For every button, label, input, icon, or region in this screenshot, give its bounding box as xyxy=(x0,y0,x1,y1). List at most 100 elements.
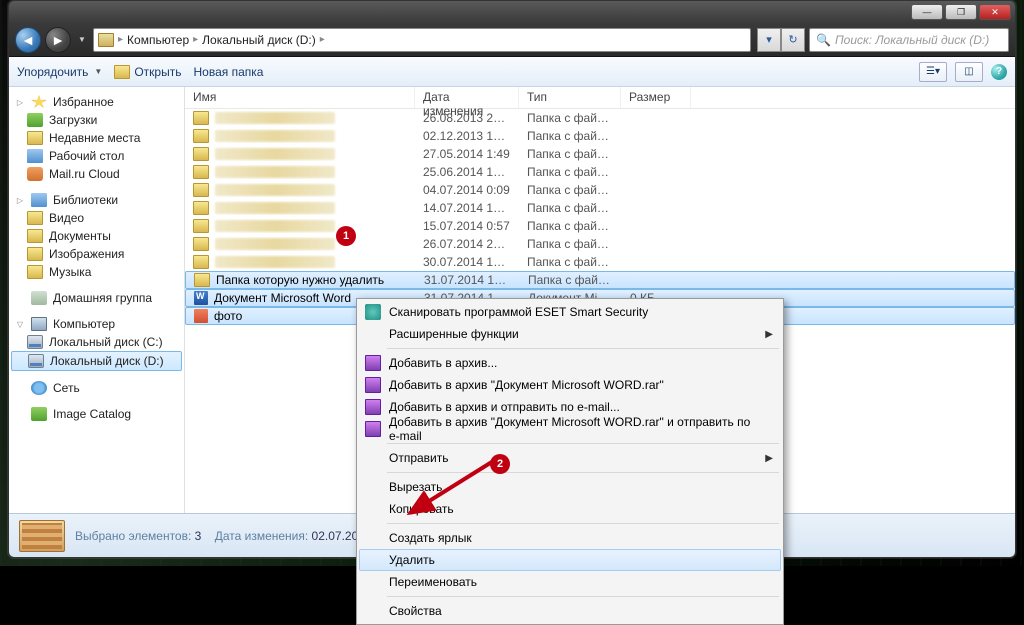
search-input[interactable]: 🔍 Поиск: Локальный диск (D:) xyxy=(809,28,1009,52)
drive-icon xyxy=(98,33,114,47)
documents-icon xyxy=(27,229,43,243)
blurred-filename xyxy=(215,130,335,142)
breadcrumb-sep-icon: ▸ xyxy=(320,34,325,45)
view-mode-button[interactable]: ☰▾ xyxy=(919,62,947,82)
folder-icon xyxy=(193,165,209,179)
breadcrumb-sep-icon: ▸ xyxy=(193,34,198,45)
blurred-filename xyxy=(215,238,335,250)
sidebar-drive-d[interactable]: Локальный диск (D:) xyxy=(11,351,182,371)
ctx-properties[interactable]: Свойства xyxy=(359,600,781,622)
ctx-send[interactable]: Отправить▶ xyxy=(359,447,781,469)
new-folder-button[interactable]: Новая папка xyxy=(193,65,263,79)
sidebar-drive-c[interactable]: Локальный диск (С:) xyxy=(9,333,184,351)
titlebar: — ❐ ✕ xyxy=(9,1,1015,23)
file-row[interactable]: 14.07.2014 12:54Папка с файлами xyxy=(185,199,1015,217)
maximize-button[interactable]: ❐ xyxy=(945,4,977,20)
col-size[interactable]: Размер xyxy=(621,87,691,108)
ctx-cut[interactable]: Вырезать xyxy=(359,476,781,498)
file-row[interactable]: 26.07.2014 23:51Папка с файлами xyxy=(185,235,1015,253)
drive-icon xyxy=(28,354,44,368)
file-type: Папка с файлами xyxy=(519,183,621,197)
open-button[interactable]: Открыть xyxy=(114,65,181,79)
minimize-button[interactable]: — xyxy=(911,4,943,20)
file-row-selected[interactable]: Папка которую нужно удалить31.07.2014 10… xyxy=(185,271,1015,289)
sidebar-image-catalog[interactable]: Image Catalog xyxy=(9,405,184,423)
nav-history-drop[interactable]: ▼ xyxy=(75,30,89,50)
organize-button[interactable]: Упорядочить▼ xyxy=(17,65,102,79)
ctx-rename[interactable]: Переименовать xyxy=(359,571,781,593)
sidebar-pictures[interactable]: Изображения xyxy=(9,245,184,263)
blurred-filename xyxy=(215,202,335,214)
breadcrumb-computer[interactable]: Компьютер xyxy=(127,33,189,47)
submenu-arrow-icon: ▶ xyxy=(765,453,773,464)
ctx-separator xyxy=(387,472,779,473)
ctx-eset-scan[interactable]: Сканировать программой ESET Smart Securi… xyxy=(359,301,781,323)
image-icon xyxy=(194,309,208,323)
file-row[interactable]: 04.07.2014 0:09Папка с файлами xyxy=(185,181,1015,199)
sidebar-downloads[interactable]: Загрузки xyxy=(9,111,184,129)
file-name: фото xyxy=(214,309,242,323)
ctx-add-archive[interactable]: Добавить в архив... xyxy=(359,352,781,374)
file-type: Папка с файлами xyxy=(519,201,621,215)
ctx-shortcut[interactable]: Создать ярлык xyxy=(359,527,781,549)
file-row[interactable]: 30.07.2014 10:07Папка с файлами xyxy=(185,253,1015,271)
file-date: 26.08.2013 22:26 xyxy=(415,111,519,125)
ctx-add-archive-word[interactable]: Добавить в архив "Документ Microsoft WOR… xyxy=(359,374,781,396)
sidebar-desktop[interactable]: Рабочий стол xyxy=(9,147,184,165)
search-icon: 🔍 xyxy=(816,33,831,47)
file-type: Папка с файлами xyxy=(520,273,622,287)
preview-pane-button[interactable]: ◫ xyxy=(955,62,983,82)
sidebar-libraries[interactable]: ▷Библиотеки xyxy=(9,191,184,209)
ctx-copy[interactable]: Копировать xyxy=(359,498,781,520)
sidebar-cloud[interactable]: Mail.ru Cloud xyxy=(9,165,184,183)
ctx-delete[interactable]: Удалить xyxy=(359,549,781,571)
sidebar-documents[interactable]: Документы xyxy=(9,227,184,245)
sidebar-video[interactable]: Видео xyxy=(9,209,184,227)
ctx-separator xyxy=(387,523,779,524)
file-type: Папка с файлами xyxy=(519,129,621,143)
ctx-add-archive-word-email[interactable]: Добавить в архив "Документ Microsoft WOR… xyxy=(359,418,781,440)
file-name: Документ Microsoft Word xyxy=(214,291,351,305)
navbar: ◄ ► ▼ ▸ Компьютер ▸ Локальный диск (D:) … xyxy=(9,23,1015,57)
breadcrumb-drive-d[interactable]: Локальный диск (D:) xyxy=(202,33,316,47)
star-icon xyxy=(31,95,47,109)
col-date[interactable]: Дата изменения xyxy=(415,87,519,108)
sidebar-computer[interactable]: ▽Компьютер xyxy=(9,315,184,333)
col-name[interactable]: Имя xyxy=(185,87,415,108)
cloud-icon xyxy=(27,167,43,181)
file-row[interactable]: 27.05.2014 1:49Папка с файлами xyxy=(185,145,1015,163)
folder-icon xyxy=(193,183,209,197)
help-button[interactable]: ? xyxy=(991,64,1007,80)
address-bar[interactable]: ▸ Компьютер ▸ Локальный диск (D:) ▸ xyxy=(93,28,751,52)
sidebar-homegroup[interactable]: Домашняя группа xyxy=(9,289,184,307)
file-row[interactable]: 25.06.2014 10:29Папка с файлами xyxy=(185,163,1015,181)
sidebar-recent[interactable]: Недавние места xyxy=(9,129,184,147)
file-row[interactable]: 02.12.2013 10:35Папка с файлами xyxy=(185,127,1015,145)
file-date: 02.12.2013 10:35 xyxy=(415,129,519,143)
desktop-icon xyxy=(27,149,43,163)
folder-icon xyxy=(193,111,209,125)
video-icon xyxy=(27,211,43,225)
folder-icon xyxy=(193,219,209,233)
sidebar-music[interactable]: Музыка xyxy=(9,263,184,281)
drive-icon xyxy=(27,335,43,349)
column-headers[interactable]: Имя Дата изменения Тип Размер xyxy=(185,87,1015,109)
refresh-button[interactable]: ↻ xyxy=(781,28,805,52)
col-type[interactable]: Тип xyxy=(519,87,621,108)
file-date: 15.07.2014 0:57 xyxy=(415,219,519,233)
libraries-icon xyxy=(31,193,47,207)
file-row[interactable]: 26.08.2013 22:26Папка с файлами xyxy=(185,109,1015,127)
folder-open-icon xyxy=(114,65,130,79)
close-button[interactable]: ✕ xyxy=(979,4,1011,20)
nav-forward-button[interactable]: ► xyxy=(45,27,71,53)
address-drop-button[interactable]: ▾ xyxy=(757,28,781,52)
nav-back-button[interactable]: ◄ xyxy=(15,27,41,53)
ctx-extended[interactable]: Расширенные функции▶ xyxy=(359,323,781,345)
file-row[interactable]: 15.07.2014 0:57Папка с файлами xyxy=(185,217,1015,235)
blurred-filename xyxy=(215,112,335,124)
ctx-separator xyxy=(387,348,779,349)
sidebar-network[interactable]: Сеть xyxy=(9,379,184,397)
pictures-icon xyxy=(27,247,43,261)
sidebar-favorites[interactable]: ▷Избранное xyxy=(9,93,184,111)
word-icon xyxy=(194,291,208,305)
